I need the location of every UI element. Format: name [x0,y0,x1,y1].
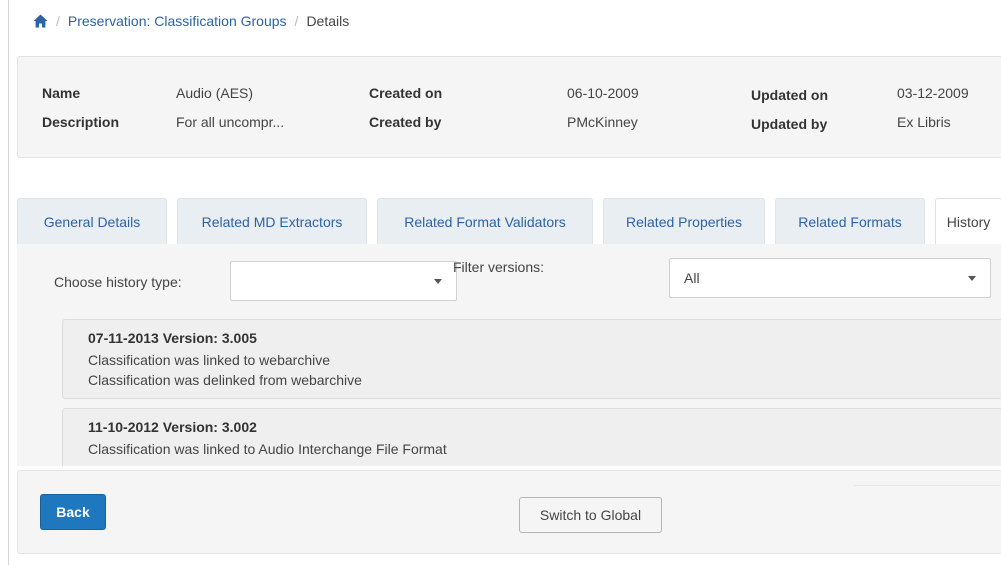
filter-versions-label: Filter versions: [453,259,545,275]
name-label: Name [42,85,81,101]
created-on-value: 06-10-2009 [567,85,639,101]
name-value: Audio (AES) [176,85,254,101]
chevron-down-icon [434,279,442,284]
tab-history[interactable]: History [935,198,1001,244]
breadcrumb: / Preservation: Classification Groups / … [9,0,1001,42]
updated-by-label: Updated by [751,116,828,132]
details-summary-panel: Name Audio (AES) Description For all unc… [17,56,1001,158]
breadcrumb-separator: / [56,13,60,29]
back-button[interactable]: Back [40,494,106,530]
description-value: For all uncompr... [176,114,285,130]
history-type-select[interactable] [230,261,457,301]
version-change: Classification was linked to Audio Inter… [88,441,447,457]
created-on-label: Created on [369,85,443,101]
home-icon[interactable] [33,14,48,28]
switch-to-global-button[interactable]: Switch to Global [519,497,662,533]
tab-related-properties[interactable]: Related Properties [603,198,765,244]
tab-related-formats[interactable]: Related Formats [775,198,925,244]
tab-related-format-validators[interactable]: Related Format Validators [377,198,593,244]
updated-on-value: 03-12-2009 [897,85,969,101]
filter-versions-value: All [684,270,700,286]
chevron-down-icon [968,276,976,281]
created-by-label: Created by [369,114,442,130]
breadcrumb-link-classification-groups[interactable]: Preservation: Classification Groups [68,13,287,29]
history-version-card: 07-11-2013 Version: 3.005 Classification… [62,319,1001,399]
version-title: 07-11-2013 Version: 3.005 [88,330,257,346]
description-label: Description [42,114,120,130]
tab-bar: General Details Related MD Extractors Re… [17,198,1001,244]
history-version-card: 11-10-2012 Version: 3.002 Classification… [62,408,1001,466]
tab-general-details[interactable]: General Details [17,198,167,244]
tab-related-md-extractors[interactable]: Related MD Extractors [177,198,367,244]
updated-on-label: Updated on [751,87,828,103]
version-change: Classification was delinked from webarch… [88,372,362,388]
version-title: 11-10-2012 Version: 3.002 [88,419,257,435]
history-panel: Choose history type: Filter versions: Al… [17,244,1001,466]
updated-by-value: Ex Libris [897,114,951,130]
breadcrumb-separator: / [294,13,299,29]
footer-actions: Back Switch to Global [17,470,1001,554]
version-change: Classification was linked to webarchive [88,352,330,368]
page-frame: / Preservation: Classification Groups / … [8,0,1001,565]
breadcrumb-current: Details [306,13,350,29]
filter-versions-select[interactable]: All [669,258,991,298]
history-type-label: Choose history type: [54,274,182,290]
divider [854,485,1001,486]
created-by-value: PMcKinney [567,114,638,130]
